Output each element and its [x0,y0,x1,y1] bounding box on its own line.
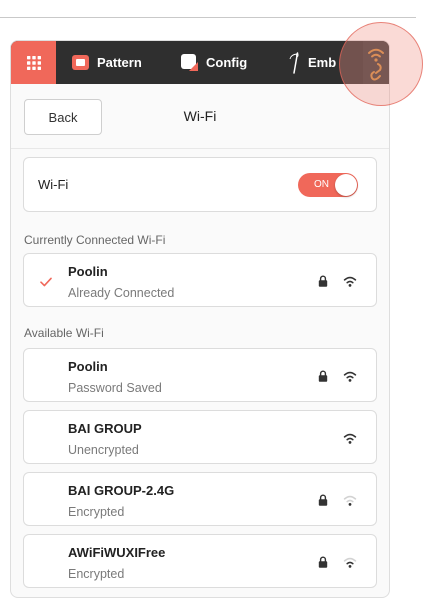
lock-icon [318,275,328,287]
wifi-settings-panel: Pattern Config Emb Back Wi-Fi Wi-Fi ON C… [10,40,390,598]
network-name: AWiFiWUXIFree [68,545,166,560]
wifi-signal-icon [343,371,357,382]
network-name: BAI GROUP-2.4G [68,483,175,498]
network-status: Already Connected [68,286,175,300]
grid-menu-icon [26,55,41,70]
tab-emb[interactable]: Emb [288,41,336,84]
tab-config-label: Config [206,55,248,70]
network-status: Encrypted [68,567,125,581]
top-navigation-bar: Pattern Config Emb [11,41,389,84]
tab-config[interactable]: Config [181,41,247,84]
lock-icon [318,556,328,568]
wifi-toggle-state: ON [314,179,329,190]
wifi-signal-icon [343,495,357,506]
tab-emb-label: Emb [308,55,337,70]
network-name: Poolin [68,359,108,374]
network-name: BAI GROUP [68,421,142,436]
wifi-toggle-card: Wi-Fi ON [23,157,377,212]
page-title: Wi-Fi [183,108,217,124]
tab-pattern[interactable]: Pattern [72,41,142,84]
network-status: Encrypted [68,505,125,519]
available-network-item[interactable]: Poolin Password Saved [23,348,377,402]
menu-button[interactable] [11,41,56,84]
lock-icon [318,494,328,506]
tab-pattern-label: Pattern [97,55,142,70]
top-divider-line [0,17,416,18]
wifi-signal-icon [343,433,357,444]
network-status: Password Saved [68,381,162,395]
lock-icon [318,370,328,382]
back-button[interactable]: Back [24,99,102,135]
available-network-item[interactable]: BAI GROUP-2.4G Encrypted [23,472,377,526]
connected-network-item[interactable]: Poolin Already Connected [23,253,377,307]
toggle-knob [335,174,357,196]
wifi-toggle-label: Wi-Fi [38,177,69,192]
available-network-item[interactable]: BAI GROUP Unencrypted [23,410,377,464]
needle-icon [288,51,300,74]
available-section-label: Available Wi-Fi [24,326,104,340]
wifi-signal-icon [343,276,357,287]
config-icon [181,54,198,71]
network-status: Unencrypted [68,443,139,457]
checkmark-icon [40,277,52,287]
wifi-network-button[interactable] [363,41,389,84]
network-name: Poolin [68,264,108,279]
pattern-icon [72,55,89,70]
wifi-signal-icon [343,557,357,568]
connected-section-label: Currently Connected Wi-Fi [24,233,166,247]
header-divider [11,148,389,149]
wifi-toggle-switch[interactable]: ON [298,173,358,197]
wifi-link-icon [368,48,384,80]
available-network-item[interactable]: AWiFiWUXIFree Encrypted [23,534,377,588]
